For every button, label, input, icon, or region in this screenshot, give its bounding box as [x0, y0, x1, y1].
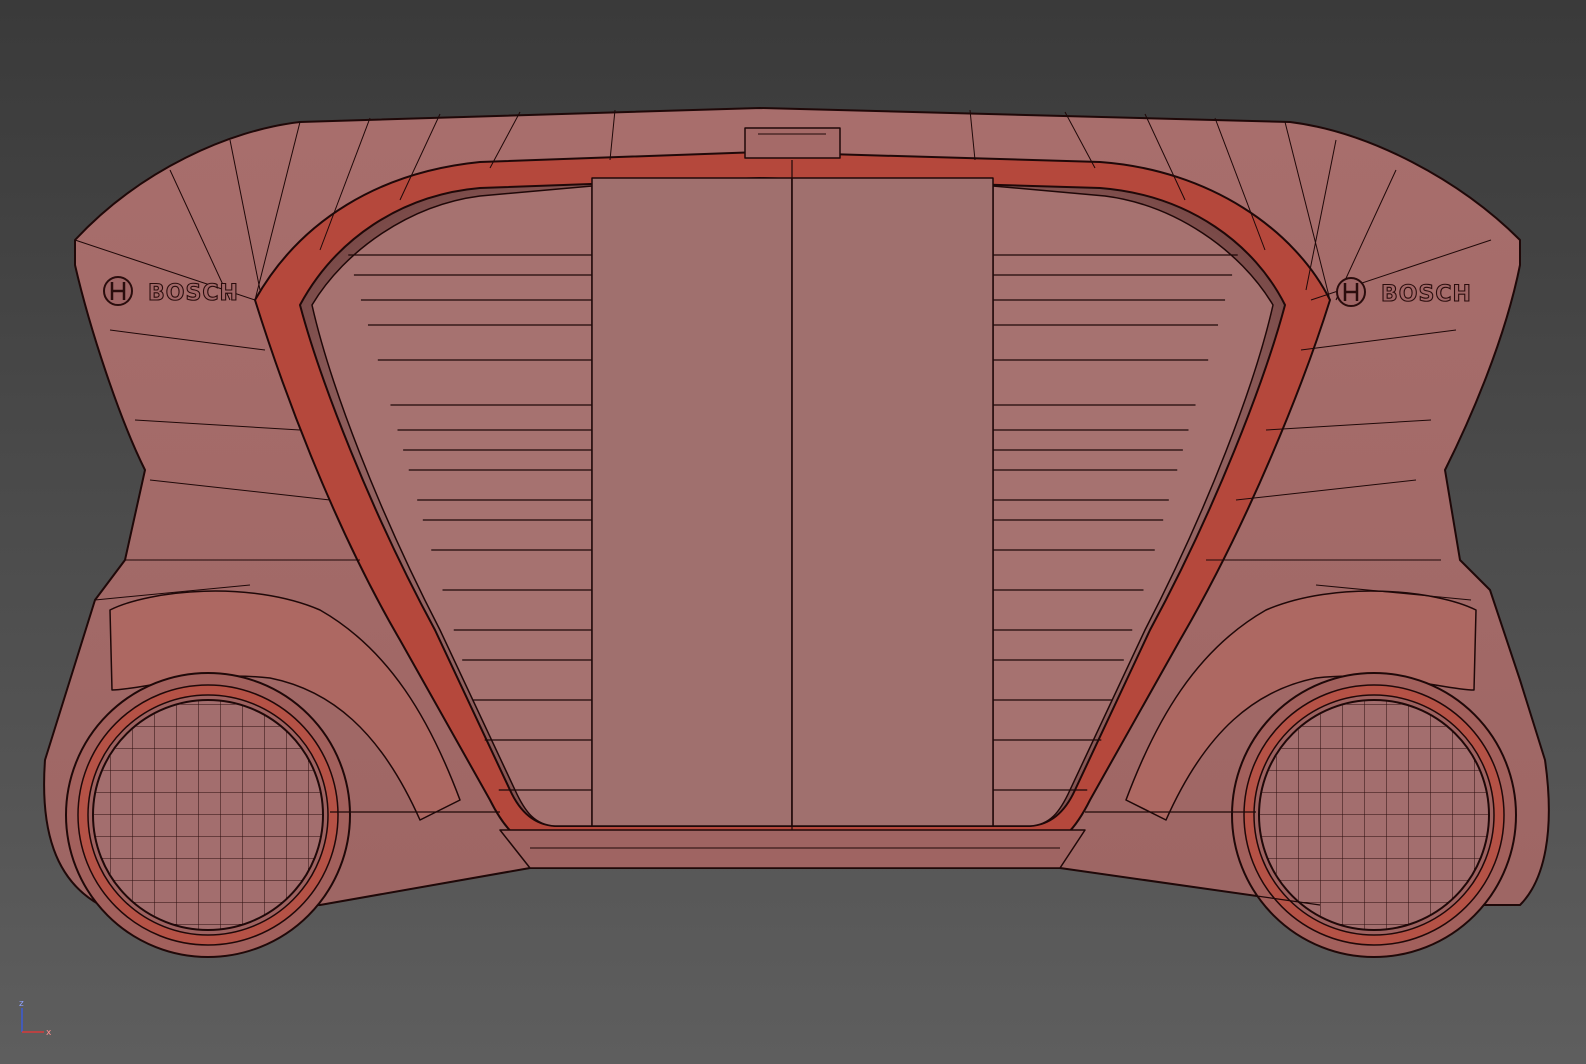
left-wheel [65, 672, 351, 958]
roof-sensor [744, 127, 841, 159]
logo-text-left: BOSCH [148, 281, 239, 306]
model-canvas[interactable]: BOSCH BOSCH z x [0, 0, 1586, 1064]
viewport-3d[interactable]: BOSCH BOSCH z x [0, 0, 1586, 1064]
left-door-panel [591, 177, 793, 827]
z-axis-label: z [19, 999, 24, 1009]
x-axis-label: x [46, 1028, 52, 1038]
bosch-armature-icon [103, 276, 133, 306]
bottom-sill [499, 829, 1086, 869]
logo-text-right: BOSCH [1381, 282, 1472, 307]
logo-right: BOSCH [1336, 277, 1472, 308]
bosch-armature-icon [1336, 277, 1366, 307]
logo-left: BOSCH [103, 276, 239, 307]
vehicle-model[interactable] [43, 107, 1550, 958]
right-wheel [1231, 672, 1517, 958]
right-door-panel [791, 177, 994, 827]
